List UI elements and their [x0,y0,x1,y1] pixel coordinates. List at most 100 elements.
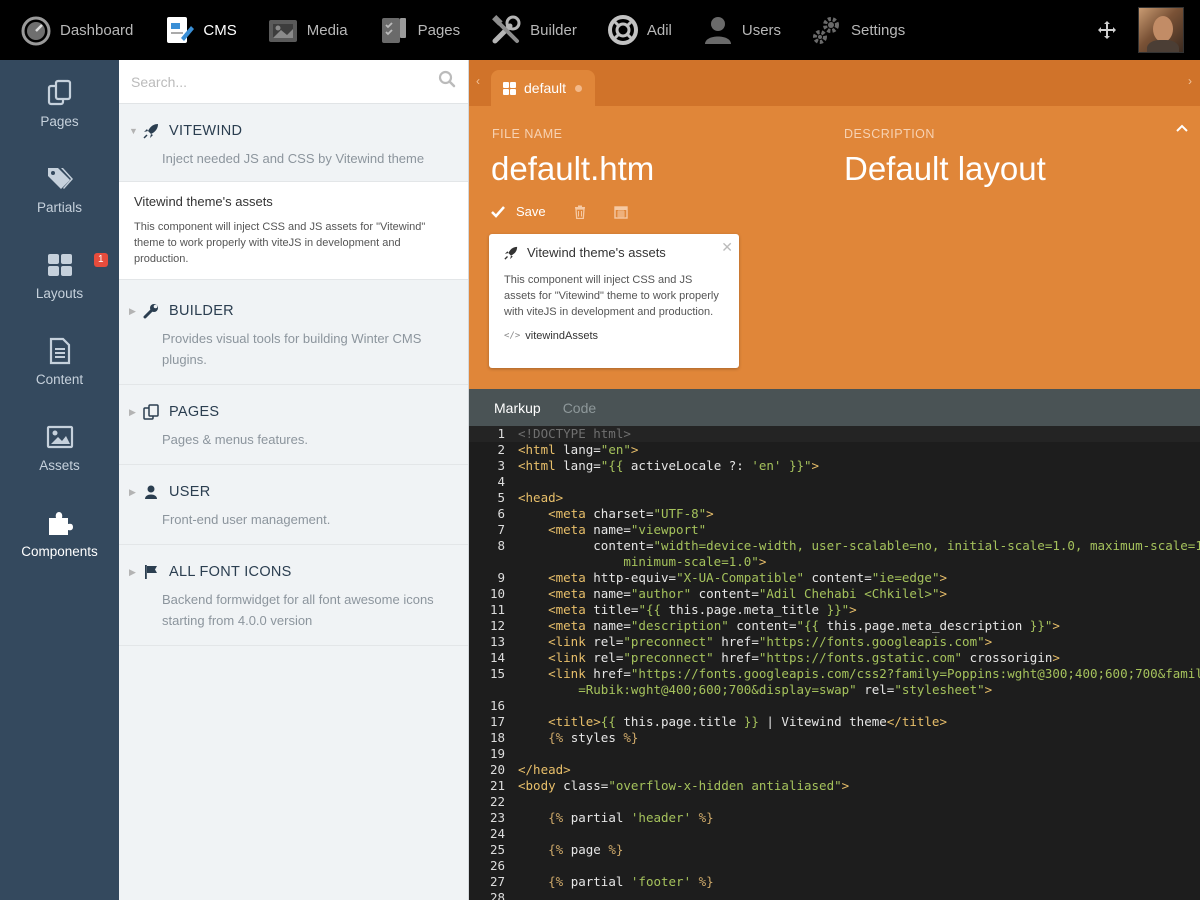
code-line[interactable]: 23 {% partial 'header' %} [469,810,1200,826]
nav-cms[interactable]: CMS [143,0,246,60]
search-input[interactable] [131,73,438,90]
tab-scroll-left-icon[interactable]: ‹ [476,74,480,88]
delete-button[interactable] [574,205,586,219]
nav-media[interactable]: Media [247,0,358,60]
sidebar-item-partials[interactable]: Partials [0,146,119,232]
nav-dashboard[interactable]: Dashboard [0,0,143,60]
code-line[interactable]: minimum-scale=1.0"> [469,554,1200,570]
sidebar-item-pages[interactable]: Pages [0,60,119,146]
sidebar-item-content[interactable]: Content [0,318,119,404]
group-description: Backend formwidget for all font awesome … [162,592,434,628]
tab-scroll-right-icon[interactable]: › [1188,74,1192,88]
calendar-button[interactable] [613,205,628,219]
nav-builder-label: Builder [530,21,577,39]
code-line[interactable]: 4 [469,474,1200,490]
nav-settings[interactable]: Settings [791,0,915,60]
caret-right-icon[interactable]: ▶ [129,407,141,418]
component-title: Vitewind theme's assets [134,194,273,209]
sidebar-item-assets[interactable]: Assets [0,404,119,490]
search-icon[interactable] [438,70,456,93]
line-code: </head> [518,762,571,777]
code-line[interactable]: 3 <html lang="{{ activeLocale ?: 'en' }}"… [469,458,1200,474]
group-header[interactable]: ▶ USER [119,481,468,503]
code-line[interactable]: 20 </head> [469,762,1200,778]
code-line[interactable]: 19 [469,746,1200,762]
code-line[interactable]: 21 <body class="overflow-x-hidden antiali… [469,778,1200,794]
component-group-pages[interactable]: ▶ PAGES Pages & menus features. [119,385,468,465]
line-code: <meta http-equiv="X-UA-Compatible" conte… [548,570,948,585]
tab-code[interactable]: Code [563,400,596,416]
sidebar-item-layouts[interactable]: Layouts [0,232,119,318]
group-header[interactable]: ▶ ALL FONT ICONS [119,561,468,583]
move-arrows-icon[interactable] [1094,17,1120,43]
caret-right-icon[interactable]: ▶ [129,306,141,317]
code-line[interactable]: 27 {% partial 'footer' %} [469,874,1200,890]
line-number: 23 [489,810,505,825]
code-line[interactable]: 26 [469,858,1200,874]
builder-tools-icon [490,14,522,46]
nav-builder[interactable]: Builder [470,0,587,60]
code-editor[interactable]: 1 <!DOCTYPE html> 2 <html lang="en"> 3 <html … [469,426,1200,900]
file-name-field[interactable]: default.htm [491,150,654,188]
layout-header: ‹ default › FILE NAME default.htm DESCRI… [469,60,1200,389]
code-line[interactable]: 8 content="width=device-width, user-scal… [469,538,1200,554]
code-line[interactable]: 18 {% styles %} [469,730,1200,746]
code-line[interactable]: 5 <head> [469,490,1200,506]
code-line[interactable]: 25 {% page %} [469,842,1200,858]
code-line[interactable]: =Rubik:wght@400;600;700&display=swap" re… [469,682,1200,698]
code-line[interactable]: 1 <!DOCTYPE html> [469,426,1200,442]
nav-pages[interactable]: Pages [358,0,471,60]
tab-default[interactable]: default [491,70,595,106]
code-line[interactable]: 15 <link href="https://fonts.googleapis.… [469,666,1200,682]
group-header[interactable]: ▶ BUILDER [119,300,468,322]
component-alias[interactable]: </> vitewindAssets [504,330,724,342]
component-group-font-icons[interactable]: ▶ ALL FONT ICONS Backend formwidget for … [119,545,468,646]
code-line[interactable]: 6 <meta charset="UTF-8"> [469,506,1200,522]
code-line[interactable]: 10 <meta name="author" content="Adil Che… [469,586,1200,602]
user-icon [141,483,161,501]
caret-down-icon[interactable]: ▼ [129,126,141,136]
user-avatar[interactable] [1138,7,1184,53]
code-line[interactable]: 14 <link rel="preconnect" href="https://… [469,650,1200,666]
nav-adil[interactable]: Adil [587,0,682,60]
chevron-up-icon[interactable] [1176,122,1188,140]
line-number: 21 [489,778,505,793]
component-group-builder[interactable]: ▶ BUILDER Provides visual tools for buil… [119,280,468,385]
component-group-user[interactable]: ▶ USER Front-end user management. [119,465,468,545]
component-group-vitewind[interactable]: ▼ VITEWIND Inject needed JS and CSS by V… [119,104,468,181]
nav-media-label: Media [306,21,348,39]
code-line[interactable]: 24 [469,826,1200,842]
line-code: <link rel="preconnect" href="https://fon… [548,634,993,649]
top-navigation-bar: Dashboard CMS Media Pages Builder Adil U… [0,0,1200,60]
code-line[interactable]: 16 [469,698,1200,714]
sidebar-item-components[interactable]: Components [0,490,119,576]
nav-users[interactable]: Users [682,0,791,60]
line-number: 14 [489,650,505,665]
code-line[interactable]: 17 <title>{{ this.page.title }} | Vitewi… [469,714,1200,730]
code-line[interactable]: 13 <link rel="preconnect" href="https://… [469,634,1200,650]
code-line[interactable]: 7 <meta name="viewport" [469,522,1200,538]
code-line[interactable]: 9 <meta http-equiv="X-UA-Compatible" con… [469,570,1200,586]
save-button[interactable]: Save [491,204,546,219]
line-number: 25 [489,842,505,857]
close-icon[interactable]: ✕ [721,239,733,256]
tab-markup[interactable]: Markup [494,400,541,416]
description-field[interactable]: Default layout [844,150,1046,188]
component-item-vitewind-assets[interactable]: Vitewind theme's assets This component w… [119,181,468,280]
caret-right-icon[interactable]: ▶ [129,567,141,578]
caret-right-icon[interactable]: ▶ [129,487,141,498]
line-code: <head> [518,490,564,505]
code-line[interactable]: 11 <meta title="{{ this.page.meta_title … [469,602,1200,618]
line-number: 26 [489,858,505,873]
group-header[interactable]: ▶ PAGES [119,401,468,423]
group-description: Front-end user management. [162,512,331,527]
code-line[interactable]: 2 <html lang="en"> [469,442,1200,458]
nav-users-label: Users [741,21,782,39]
line-number: 12 [489,618,505,633]
code-line[interactable]: 28 [469,890,1200,900]
sidebar-item-layouts-label: Layouts [35,285,84,301]
code-line[interactable]: 22 [469,794,1200,810]
group-header[interactable]: ▼ VITEWIND [119,120,468,142]
code-line[interactable]: 12 <meta name="description" content="{{ … [469,618,1200,634]
pages-copy-icon [141,403,161,421]
